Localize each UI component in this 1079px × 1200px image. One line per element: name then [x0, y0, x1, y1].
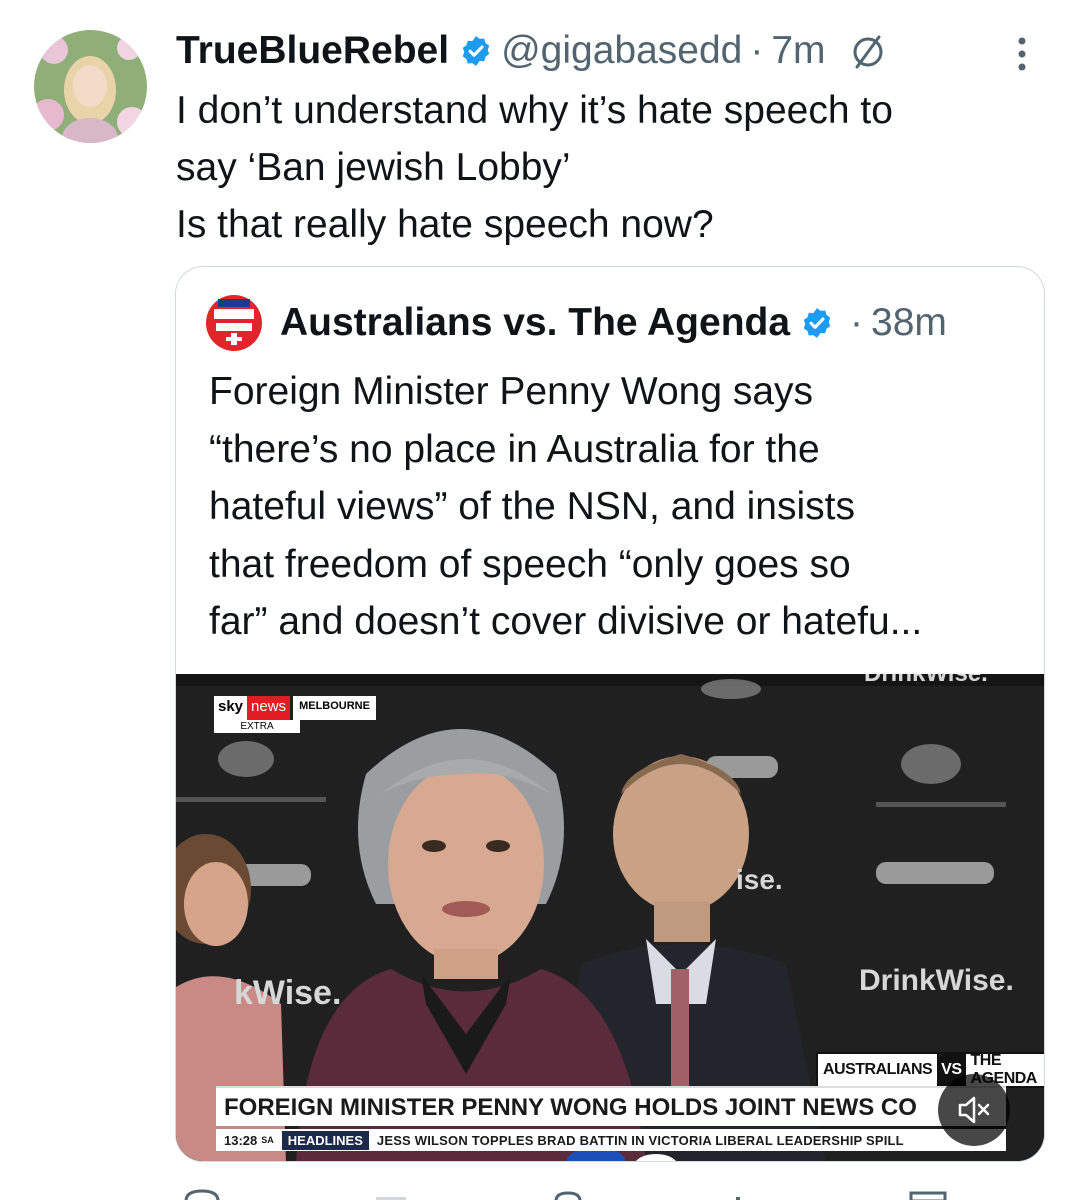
tweet-text-line: I don’t understand why it’s hate speech …	[176, 89, 893, 132]
separator-dot: ·	[750, 29, 764, 72]
quoted-avatar[interactable]	[206, 295, 262, 351]
tweet-text: I don’t understand why it’s hate speech …	[176, 82, 1056, 253]
source-watermark: AUSTRALIANS VS THE AGENDA	[816, 1052, 1044, 1088]
mute-video-button[interactable]	[938, 1074, 1010, 1146]
verified-badge-icon	[800, 306, 834, 340]
ticker-tag: HEADLINES	[281, 1130, 369, 1150]
ticker-headline: JESS WILSON TOPPLES BRAD BATTIN IN VICTO…	[376, 1132, 904, 1148]
quoted-text-line: hateful views” of the NSN, and insists	[209, 485, 855, 528]
channel-extra: EXTRA	[214, 720, 300, 733]
mute-conversation-icon[interactable]	[848, 31, 888, 71]
quoted-tweet-header: Australians vs. The Agenda · 38m	[206, 295, 947, 351]
mute-video-icon	[958, 1096, 990, 1124]
background-text: DrinkWise.	[864, 674, 988, 688]
quoted-text-line: “there’s no place in Australia for the	[209, 427, 820, 471]
display-name[interactable]: TrueBlueRebel	[176, 29, 449, 73]
handle[interactable]: @gigabasedd	[501, 29, 742, 73]
action-bar	[176, 1188, 1056, 1200]
quoted-text-line: far” and doesn’t cover divisive or hatef…	[209, 600, 923, 643]
quoted-tweet-text: Foreign Minister Penny Wong says “there’…	[209, 363, 1029, 651]
video-player[interactable]: kWise. DrinkWise. ise. DrinkWise. sky ne…	[176, 674, 1044, 1161]
background-text: kWise.	[234, 974, 342, 1012]
avatar[interactable]	[34, 30, 147, 143]
news-ticker: 13:28 SA HEADLINES JESS WILSON TOPPLES B…	[216, 1129, 1006, 1151]
tweet[interactable]: TrueBlueRebel @gigabasedd · 7m I don’t u…	[0, 0, 1079, 1200]
background-text: DrinkWise.	[859, 964, 1014, 997]
watermark-part: AUSTRALIANS	[823, 1061, 933, 1078]
separator-dot: ·	[850, 301, 864, 344]
ticker-timezone: SA	[261, 1135, 274, 1145]
quoted-tweet[interactable]: Australians vs. The Agenda · 38m Foreign…	[175, 266, 1045, 1162]
quoted-display-name[interactable]: Australians vs. The Agenda	[280, 301, 790, 345]
channel-news: news	[247, 696, 291, 720]
quoted-text-line: Foreign Minister Penny Wong says	[209, 370, 814, 413]
channel-city: MELBOURNE	[293, 696, 376, 720]
more-options-icon[interactable]	[1010, 34, 1034, 74]
timestamp[interactable]: 7m	[771, 29, 825, 73]
tweet-text-line: say ‘Ban jewish Lobby’	[176, 146, 571, 189]
background-text: ise.	[736, 864, 783, 895]
tweet-text-line: Is that really hate speech now?	[176, 203, 714, 246]
channel-sky: sky	[214, 696, 248, 720]
quoted-timestamp[interactable]: 38m	[871, 301, 947, 345]
lower-third-caption: FOREIGN MINISTER PENNY WONG HOLDS JOINT …	[216, 1086, 1006, 1126]
channel-logo: sky news MELBOURNE	[214, 696, 376, 720]
quoted-text-line: that freedom of speech “only goes so	[209, 542, 851, 586]
verified-badge-icon	[459, 34, 493, 68]
tweet-header: TrueBlueRebel @gigabasedd · 7m	[176, 26, 888, 76]
ticker-time: 13:28	[224, 1132, 258, 1148]
